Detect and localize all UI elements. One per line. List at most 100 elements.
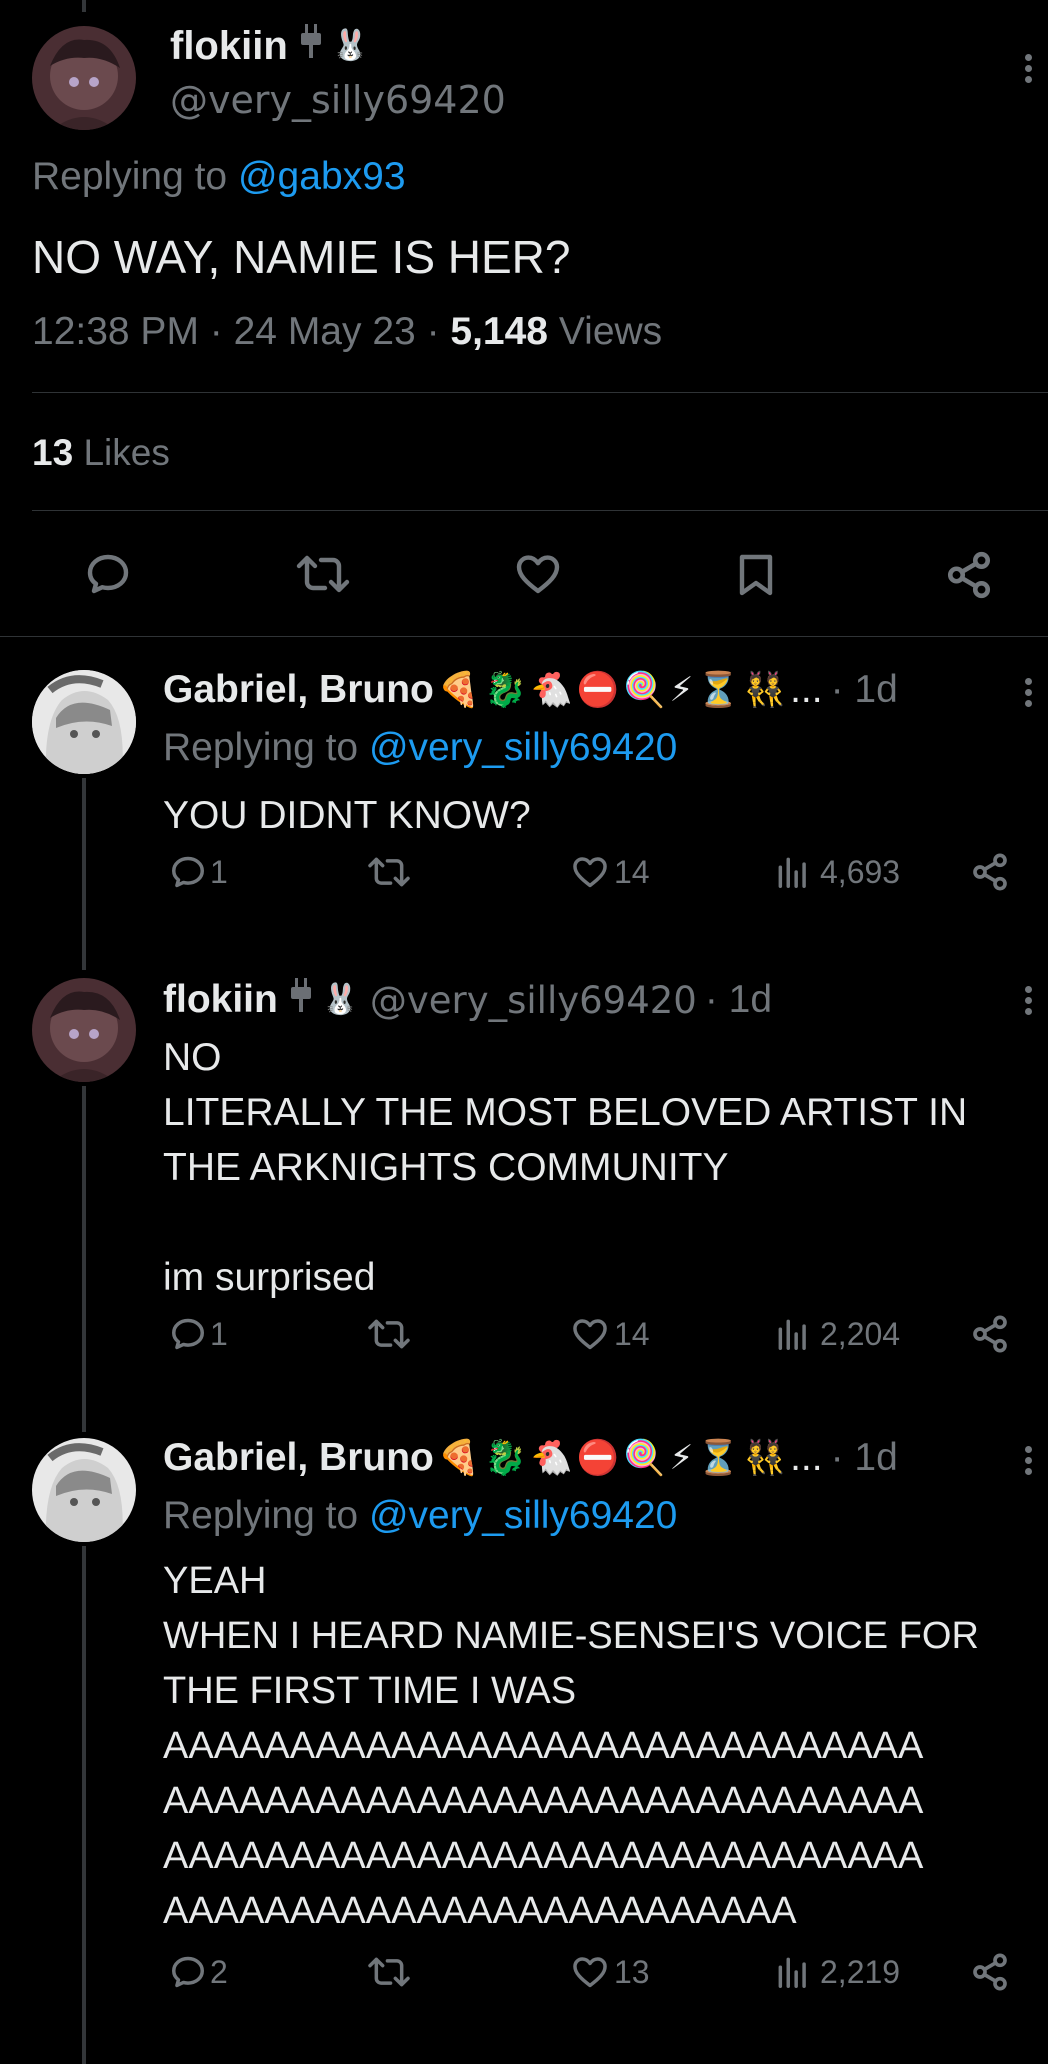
retweet-icon [368, 1957, 410, 1987]
reply-button[interactable]: 1 [168, 853, 228, 891]
view-count: 4,693 [820, 853, 901, 890]
more-options-icon[interactable] [1018, 50, 1038, 87]
reply-icon [172, 1956, 204, 1988]
separator-dot: · [426, 310, 451, 353]
tweet-date[interactable]: 24 May 23 [234, 310, 416, 353]
name-ellipsis: ... [790, 668, 823, 711]
author-handle[interactable]: @very_silly69420 [370, 979, 697, 1022]
replying-to-link[interactable]: @very_silly69420 [369, 1494, 677, 1537]
tweet-time[interactable]: · 1d [831, 668, 898, 712]
retweet-icon [296, 555, 350, 593]
views-label: Views [558, 310, 663, 353]
tweet-text: NO WAY, NAMIE IS HER? [32, 231, 571, 283]
share-button[interactable] [970, 852, 1010, 892]
separator-dot: · [209, 310, 234, 353]
retweet-button[interactable] [366, 1315, 412, 1353]
likes-count: 13 [32, 432, 74, 473]
author-name[interactable]: Gabriel, Bruno [163, 1436, 434, 1480]
retweet-button[interactable] [295, 550, 351, 603]
view-count: 2,219 [820, 1953, 901, 1990]
reply-icon [87, 554, 129, 594]
more-options-icon[interactable] [1018, 1442, 1038, 1479]
retweet-button[interactable] [366, 853, 412, 891]
like-button[interactable]: 14 [570, 1315, 650, 1353]
name-ellipsis: ... [790, 1436, 823, 1479]
plug-icon [298, 22, 324, 70]
like-count: 14 [614, 1315, 650, 1352]
avatar[interactable] [32, 670, 136, 774]
reply-button[interactable] [82, 550, 134, 603]
plug-icon [288, 976, 314, 1024]
retweet-button[interactable] [366, 1953, 412, 1991]
retweet-icon [368, 1319, 410, 1349]
thread-line [82, 1546, 86, 2064]
heart-icon [573, 857, 607, 888]
tweet-time[interactable]: · 1d [831, 1436, 898, 1480]
views-button[interactable]: 2,219 [774, 1953, 900, 1991]
like-button[interactable]: 14 [570, 853, 650, 891]
analytics-icon [778, 857, 806, 888]
like-button[interactable] [512, 550, 564, 603]
thread-line [82, 1086, 86, 1432]
tweet-time[interactable]: · 1d [705, 978, 772, 1022]
thread-line [82, 778, 86, 970]
thread-line-top [82, 0, 86, 12]
reply-icon [172, 1318, 204, 1350]
views-count: 5,148 [450, 310, 548, 353]
more-options-icon[interactable] [1018, 982, 1038, 1019]
heart-icon [516, 555, 560, 594]
views-button[interactable]: 4,693 [774, 853, 900, 891]
heart-icon [573, 1319, 607, 1350]
like-count: 13 [614, 1953, 650, 1990]
reply-count: 1 [210, 853, 228, 890]
replying-to-label: Replying to [163, 1494, 359, 1537]
replying-to-label: Replying to [32, 155, 228, 198]
tweet-time[interactable]: 12:38 PM [32, 310, 199, 353]
heart-icon [573, 1957, 607, 1988]
share-button[interactable] [970, 1952, 1010, 1992]
share-button[interactable] [944, 550, 994, 605]
retweet-icon [368, 857, 410, 887]
replying-to-label: Replying to [163, 726, 359, 769]
reply-button[interactable]: 1 [168, 1315, 228, 1353]
like-count: 14 [614, 853, 650, 890]
section-divider [0, 636, 1048, 637]
author-name[interactable]: Gabriel, Bruno [163, 668, 434, 712]
author-name[interactable]: flokiin [170, 24, 288, 69]
avatar[interactable] [32, 978, 136, 1082]
share-icon [973, 1953, 1007, 1991]
bookmark-icon [739, 554, 773, 596]
analytics-icon [778, 1957, 806, 1988]
share-button[interactable] [970, 1314, 1010, 1354]
likes-summary[interactable]: 13 Likes [32, 432, 170, 474]
share-icon [973, 853, 1007, 891]
share-icon [947, 551, 991, 599]
tweet-text: NO LITERALLY THE MOST BELOVED ARTIST IN … [163, 1036, 968, 1299]
reply-button[interactable]: 2 [168, 1953, 228, 1991]
name-emojis: 🍕🐉🐔⛔🍭⚡⏳👯 [437, 671, 791, 709]
reply-icon [172, 856, 204, 888]
reply-count: 1 [210, 1315, 228, 1352]
tweet-text: YOU DIDNT KNOW? [163, 794, 531, 837]
more-options-icon[interactable] [1018, 674, 1038, 711]
rabbit-icon: 🐰 [321, 983, 360, 1016]
author-name[interactable]: flokiin [163, 978, 278, 1022]
divider [32, 510, 1048, 511]
like-button[interactable]: 13 [570, 1953, 650, 1991]
reply-count: 2 [210, 1953, 228, 1990]
view-count: 2,204 [820, 1315, 901, 1352]
author-handle[interactable]: @very_silly69420 [170, 78, 506, 122]
rabbit-icon: 🐰 [331, 29, 370, 62]
avatar[interactable] [32, 1438, 136, 1542]
replying-to-link[interactable]: @very_silly69420 [369, 726, 677, 769]
avatar[interactable] [32, 26, 136, 130]
analytics-icon [778, 1319, 806, 1350]
replying-to-link[interactable]: @gabx93 [238, 155, 406, 198]
tweet-text: YEAH WHEN I HEARD NAMIE-SENSEI'S VOICE F… [163, 1560, 979, 1932]
likes-label: Likes [83, 432, 170, 473]
views-button[interactable]: 2,204 [774, 1315, 900, 1353]
divider [32, 392, 1048, 393]
bookmark-button[interactable] [732, 550, 780, 605]
share-icon [973, 1315, 1007, 1353]
name-emojis: 🍕🐉🐔⛔🍭⚡⏳👯 [437, 1439, 791, 1477]
